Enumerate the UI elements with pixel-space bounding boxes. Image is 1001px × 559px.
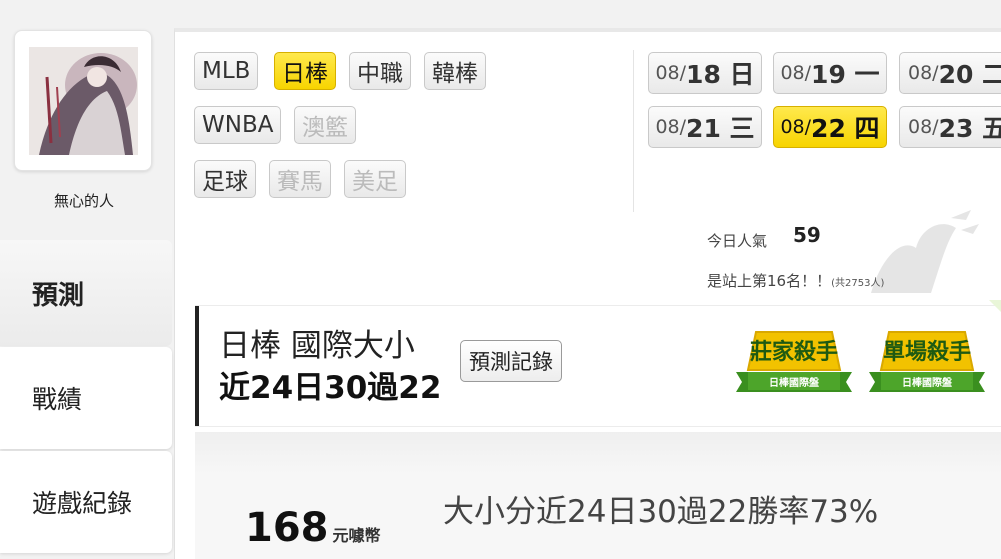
league-horse-racing-button: 賽馬 <box>269 160 331 198</box>
username: 無心的人 <box>53 192 114 210</box>
nav-item-prediction[interactable]: 預測 <box>0 240 172 346</box>
league-kbo-button[interactable]: 韓棒 <box>424 52 486 90</box>
popularity-value: 59 <box>793 223 821 247</box>
rank-total: (共2753人) <box>831 278 885 289</box>
badge-title: 莊家殺手 <box>749 340 838 365</box>
league-label: 澳籃 <box>302 115 348 141</box>
price-unit: 元噱幣 <box>332 526 381 545</box>
league-wnba-button[interactable]: WNBA <box>194 106 282 144</box>
date-day: 18 日 <box>686 60 755 89</box>
league-mlb-button[interactable]: MLB <box>194 52 259 90</box>
avatar[interactable] <box>29 47 138 155</box>
league-label: 美足 <box>352 169 398 195</box>
price-value: 168 <box>245 505 329 551</box>
banner-record: 近24日30過22 <box>219 370 442 406</box>
league-npb-button[interactable]: 日棒 <box>274 52 336 90</box>
page: 無心的人 預測 戰績 遊戲紀錄 MLB 日棒 中職 韓棒 WNBA 澳籃 足球 … <box>0 0 1001 559</box>
date-month: 08/ <box>780 62 812 84</box>
avatar-card[interactable] <box>14 30 152 171</box>
league-nfl-button: 美足 <box>344 160 406 198</box>
date-0822-button[interactable]: 08/22 四 <box>773 106 887 148</box>
nav-item-label: 戰績 <box>32 385 83 414</box>
date-0819-button[interactable]: 08/19 一 <box>773 52 887 94</box>
win-rate-text: 大小分近24日30過22勝率73% <box>443 494 879 530</box>
prediction-history-button[interactable]: 預測記錄 <box>460 340 562 382</box>
date-day: 21 三 <box>686 114 755 143</box>
league-label: 韓棒 <box>432 61 478 87</box>
offer-section: 168 元噱幣 大小分近24日30過22勝率73% <box>195 432 1001 559</box>
popularity-label: 今日人氣 <box>707 232 768 250</box>
date-day: 23 五 <box>938 114 1001 143</box>
sidebar: 無心的人 預測 戰績 遊戲紀錄 <box>0 0 172 559</box>
date-day: 20 二 <box>938 60 1001 89</box>
avatar-illustration <box>29 47 138 155</box>
date-day: 19 一 <box>811 60 880 89</box>
date-0818-button[interactable]: 08/18 日 <box>648 52 762 94</box>
league-label: 賽馬 <box>277 169 323 195</box>
badge-subtitle: 日棒國際盤 <box>769 378 819 389</box>
league-nbl-button: 澳籃 <box>294 106 356 144</box>
banner-title: 日棒 國際大小 <box>219 328 415 364</box>
date-month: 08/ <box>908 62 939 84</box>
date-month: 08/ <box>655 116 687 138</box>
rank-label: 是站上第16名！！ <box>707 272 832 290</box>
league-label: WNBA <box>202 112 274 138</box>
league-label: 日棒 <box>282 61 328 87</box>
badge-subtitle: 日棒國際盤 <box>902 378 952 389</box>
price: 168 元噱幣 <box>245 505 381 551</box>
nav-item-record[interactable]: 戰績 <box>0 347 172 449</box>
league-soccer-button[interactable]: 足球 <box>194 160 256 198</box>
league-label: MLB <box>202 58 251 84</box>
main-panel: MLB 日棒 中職 韓棒 WNBA 澳籃 足球 賽馬 美足 08/18 日 08… <box>174 28 1001 559</box>
nav-item-game-log[interactable]: 遊戲紀錄 <box>0 451 172 553</box>
bookmaker-killer-badge: 莊家殺手 日棒國際盤 <box>734 324 854 400</box>
nav-item-label: 預測 <box>32 280 85 311</box>
date-month: 08/ <box>655 62 687 84</box>
rank-text: 是站上第16名！！(共2753人) <box>707 270 884 291</box>
single-game-killer-badge: 單場殺手 日棒國際盤 <box>867 324 987 400</box>
league-cpbl-button[interactable]: 中職 <box>349 52 411 90</box>
date-0820-button[interactable]: 08/20 二 <box>899 52 1001 94</box>
league-label: 中職 <box>357 61 403 87</box>
button-label: 預測記錄 <box>469 350 553 374</box>
divider <box>633 50 634 212</box>
prediction-banner: 日棒 國際大小 近24日30過22 預測記錄 莊家殺手 日棒國際盤 單場殺手 日… <box>195 300 1001 426</box>
date-month: 08/ <box>908 116 939 138</box>
date-0821-button[interactable]: 08/21 三 <box>648 106 762 148</box>
badge-title: 單場殺手 <box>882 340 971 365</box>
nav-item-label: 遊戲紀錄 <box>32 489 133 518</box>
corner-ribbon-icon <box>989 300 1001 312</box>
date-month: 08/ <box>780 116 812 138</box>
date-0823-button[interactable]: 08/23 五 <box>899 106 1001 148</box>
date-day: 22 四 <box>811 114 880 143</box>
league-label: 足球 <box>202 169 248 195</box>
